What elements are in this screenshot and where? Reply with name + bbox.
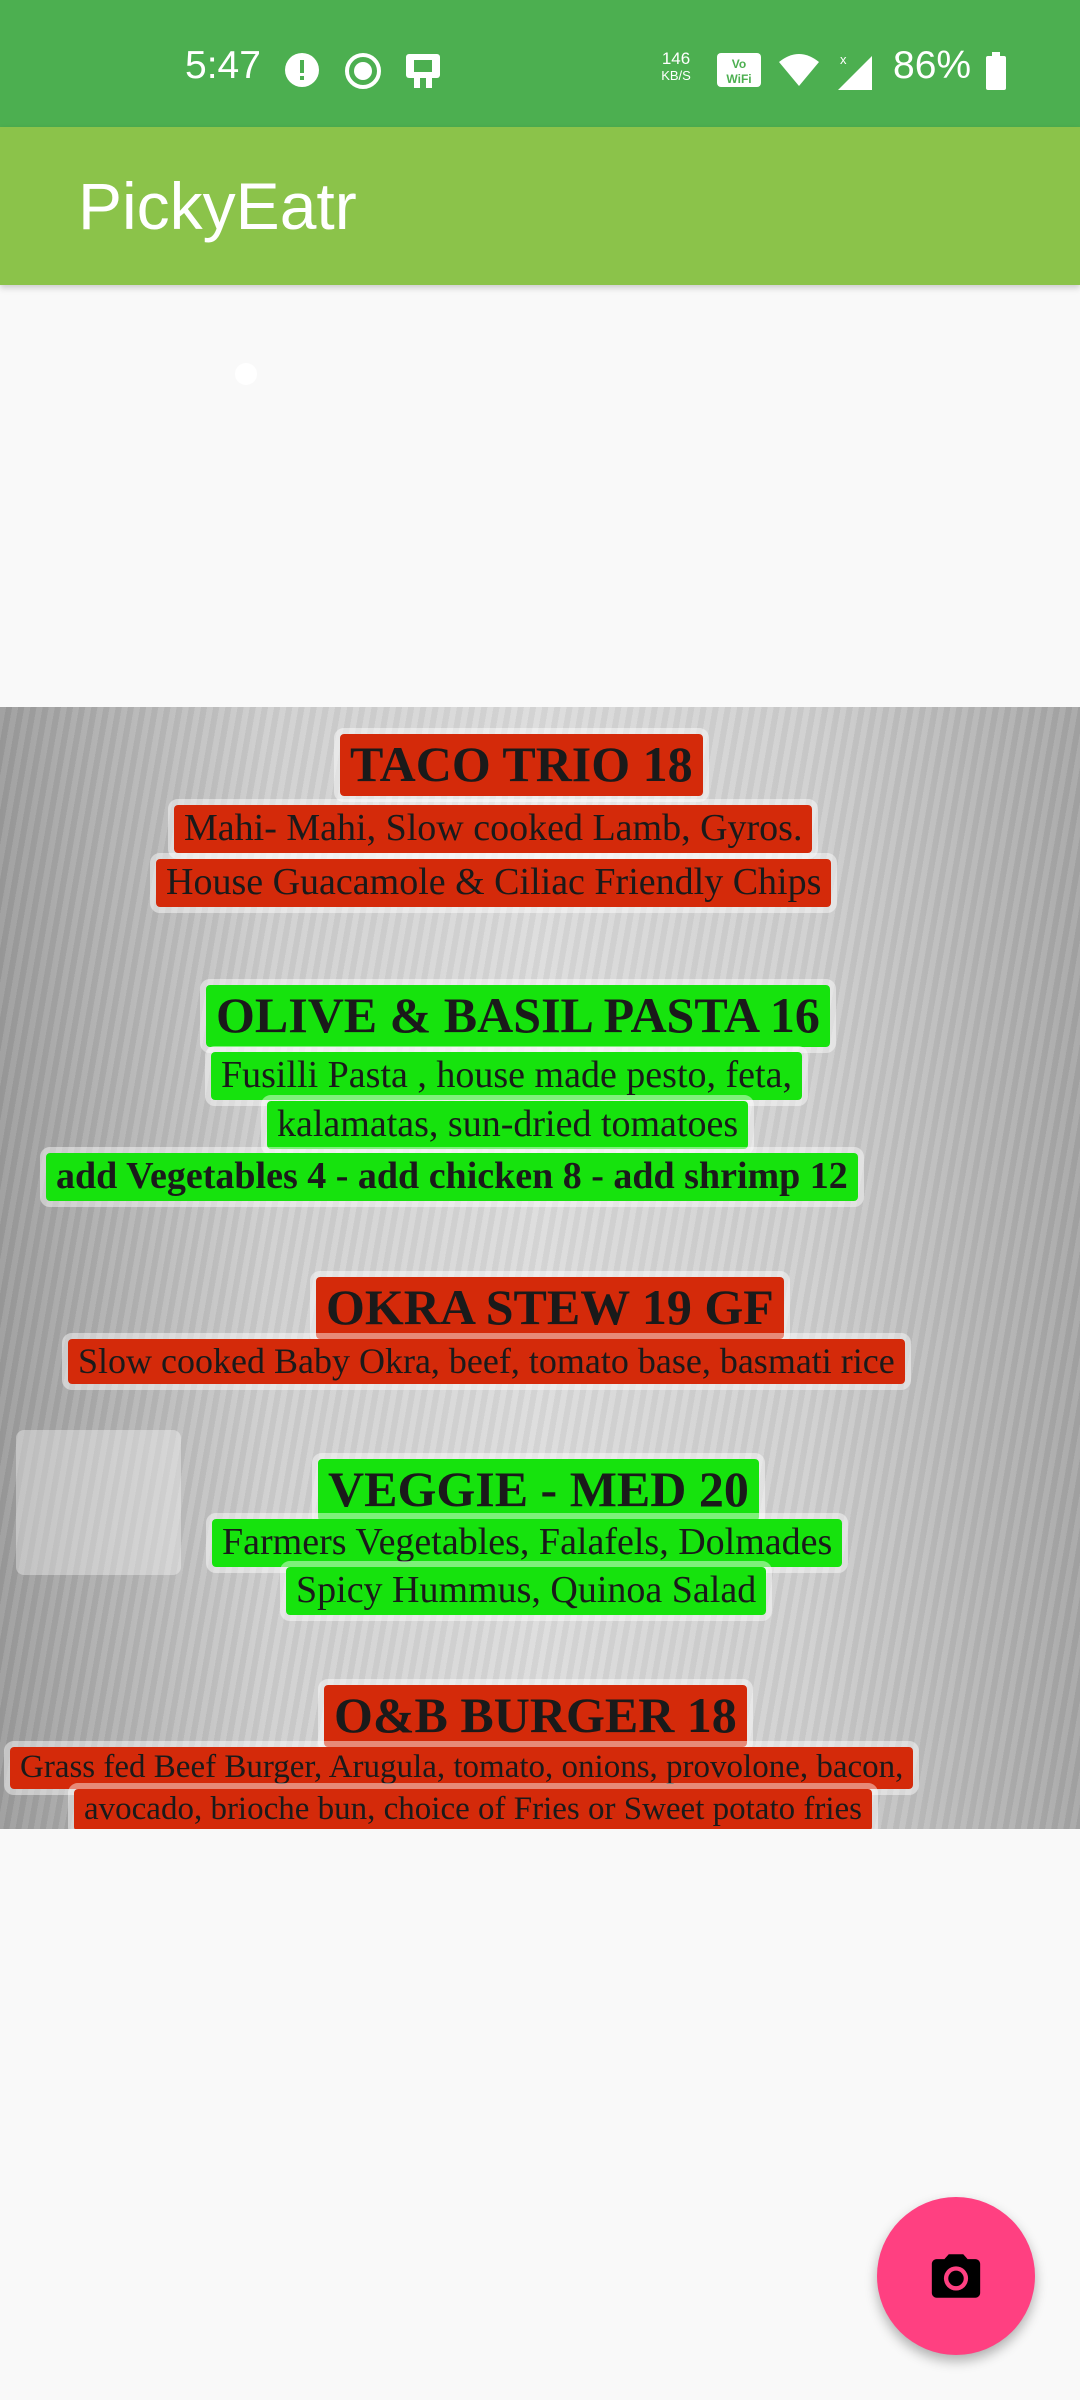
status-bar: 5:47 146 KB/S Vo WiFi x 86%: [0, 0, 1080, 127]
camera-button[interactable]: [877, 2197, 1035, 2355]
menu-item-description: Mahi- Mahi, Slow cooked Lamb, Gyros.: [167, 799, 819, 859]
alert-icon: [284, 52, 320, 93]
volte-wifi-icon: Vo WiFi: [716, 52, 762, 93]
svg-text:WiFi: WiFi: [726, 72, 751, 86]
network-speed: 146 KB/S: [652, 50, 700, 84]
menu-item-description: kalamatas, sun-dried tomatoes: [260, 1095, 755, 1155]
camera-icon: [931, 2254, 981, 2298]
app-bar: PickyEatr: [0, 127, 1080, 285]
signal-icon: x: [832, 52, 876, 97]
svg-text:Vo: Vo: [732, 57, 746, 71]
network-speed-unit: KB/S: [661, 68, 691, 83]
menu-item-description: avocado, brioche bun, choice of Fries or…: [68, 1783, 878, 1829]
menu-item-description: House Guacamole & Ciliac Friendly Chips: [149, 853, 838, 913]
menu-item-description: Fusilli Pasta , house made pesto, feta,: [205, 1046, 808, 1106]
wifi-icon: [777, 52, 821, 93]
app-title: PickyEatr: [78, 169, 357, 243]
menu-item-heading: O&B BURGER 18: [318, 1679, 753, 1753]
menu-item-heading: VEGGIE - MED 20: [312, 1453, 765, 1527]
menu-item-description: add Vegetables 4 - add chicken 8 - add s…: [40, 1147, 864, 1207]
menu-item-heading: OKRA STEW 19 GF: [310, 1271, 790, 1345]
record-icon: [344, 52, 382, 95]
menu-item-description: Spicy Hummus, Quinoa Salad: [279, 1561, 773, 1621]
battery-percent: 86%: [893, 44, 972, 87]
loading-dot: [235, 363, 257, 385]
network-speed-value: 146: [661, 49, 691, 68]
menu-item-description: Farmers Vegetables, Falafels, Dolmades: [205, 1513, 849, 1573]
battery-icon: [985, 52, 1007, 97]
menu-item-description: Slow cooked Baby Okra, beef, tomato base…: [62, 1332, 911, 1391]
photo-glare: [16, 1430, 181, 1575]
status-time: 5:47: [185, 44, 261, 87]
menu-item-heading: OLIVE & BASIL PASTA 16: [200, 979, 836, 1053]
menu-photo: TACO TRIO 18 Mahi- Mahi, Slow cooked Lam…: [0, 707, 1080, 1829]
svg-text:x: x: [840, 52, 847, 67]
menu-item-description: Grass fed Beef Burger, Arugula, tomato, …: [3, 1741, 920, 1795]
menu-item-heading: TACO TRIO 18: [334, 728, 709, 802]
device-icon: [400, 52, 444, 95]
